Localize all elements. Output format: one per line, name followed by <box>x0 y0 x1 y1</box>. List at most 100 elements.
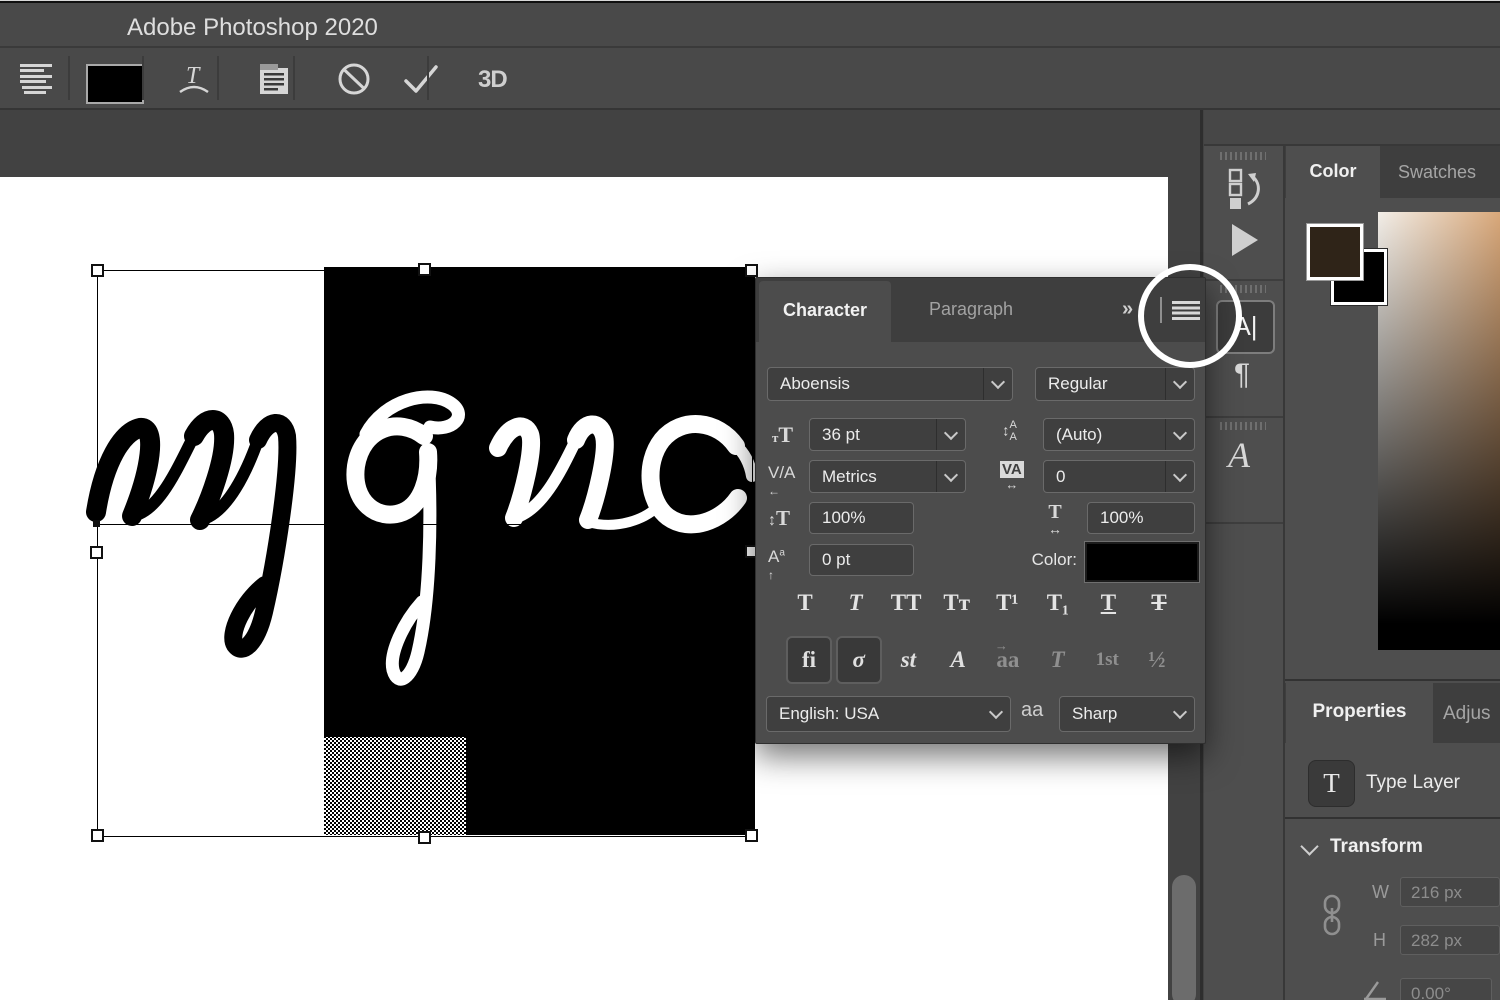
selection-handle[interactable] <box>745 264 758 277</box>
selection-bounding-box[interactable] <box>97 270 753 837</box>
transform-section-label[interactable]: Transform <box>1330 836 1423 858</box>
faux-italic-button[interactable]: T <box>837 590 875 616</box>
height-field[interactable]: 282 px <box>1400 925 1500 955</box>
text-baseline <box>97 524 526 525</box>
separator <box>293 56 295 100</box>
color-picker-field[interactable] <box>1378 212 1500 650</box>
dock-header: « <box>1204 110 1500 146</box>
ligatures-button[interactable]: fi <box>786 636 832 684</box>
language-select[interactable]: English: USA <box>766 696 1011 732</box>
dock-gripper[interactable] <box>1220 152 1266 160</box>
text-color-swatch[interactable] <box>86 64 144 104</box>
leading-icon: ↕AA <box>1002 420 1017 443</box>
commit-check-icon[interactable] <box>398 59 444 104</box>
baseline-shift-icon: Aa↑ <box>768 548 785 582</box>
font-style-select[interactable]: Regular <box>1035 367 1195 401</box>
language-value: English: USA <box>767 704 982 724</box>
actions-play-icon[interactable] <box>1232 224 1258 256</box>
font-size-icon: тT <box>772 424 793 446</box>
chevron-down-icon <box>936 419 965 450</box>
type-layer-icon[interactable]: T <box>1308 760 1355 807</box>
title-bar[interactable]: Adobe Photoshop 2020 <box>0 3 1500 48</box>
height-label: H <box>1373 930 1386 951</box>
divider <box>1204 416 1283 418</box>
baseline-shift-field[interactable]: 0 pt <box>809 544 914 576</box>
width-field[interactable]: 216 px <box>1400 877 1500 907</box>
separator <box>427 56 429 100</box>
tab-swatches[interactable]: Swatches <box>1398 162 1476 183</box>
type-color-swatch[interactable] <box>1085 542 1199 582</box>
svg-text:T: T <box>186 63 201 89</box>
superscript-button[interactable]: T¹ <box>988 590 1026 616</box>
vertical-scrollbar[interactable] <box>1172 875 1196 1000</box>
titling-alternates-button[interactable]: T <box>1035 636 1081 684</box>
font-size-select[interactable]: 36 pt <box>809 418 966 451</box>
chevron-down-icon <box>936 461 965 492</box>
foreground-color-swatch[interactable] <box>1307 224 1363 280</box>
width-label: W <box>1372 882 1389 903</box>
chevron-down-icon <box>1166 697 1194 731</box>
arrow-right-icon: → <box>995 638 1008 653</box>
warp-text-icon[interactable]: T <box>172 60 216 105</box>
selection-handle[interactable] <box>418 263 431 276</box>
vertical-scale-field[interactable]: 100% <box>809 502 914 534</box>
opentype-row: fi σ st A → aa T 1st ½ <box>786 636 1180 684</box>
selection-handle[interactable] <box>90 546 103 559</box>
tracking-select[interactable]: 0 <box>1043 460 1195 493</box>
link-dimensions-icon[interactable] <box>1321 893 1343 942</box>
baseline-shift-value: 0 pt <box>810 550 913 570</box>
tab-adjustments[interactable]: Adjus <box>1443 703 1491 725</box>
tab-color[interactable]: Color <box>1286 146 1380 198</box>
paragraph-panel-icon[interactable]: ¶ <box>1234 358 1250 392</box>
color-panel-tabs: Color Swatches <box>1285 146 1500 198</box>
selection-handle[interactable] <box>91 829 104 842</box>
chevron-down-icon <box>1165 368 1194 400</box>
3d-button[interactable]: 3D <box>478 66 507 94</box>
angle-field[interactable]: 0.00° <box>1400 978 1492 1000</box>
all-caps-button[interactable]: TT <box>887 590 925 616</box>
leading-select[interactable]: (Auto) <box>1043 418 1195 451</box>
photoshop-window: Adobe Photoshop 2020 T <box>0 0 1500 1000</box>
font-family-select[interactable]: Aboensis <box>767 367 1013 401</box>
kerning-value: Metrics <box>810 467 936 487</box>
tab-character[interactable]: Character <box>759 281 891 342</box>
divider <box>1285 679 1500 681</box>
selection-handle[interactable] <box>745 829 758 842</box>
reference-point <box>93 520 100 527</box>
text-align-icon[interactable] <box>20 61 54 93</box>
separator <box>68 56 70 100</box>
history-icon[interactable] <box>1226 168 1264 215</box>
chevron-down-icon[interactable] <box>1300 837 1318 855</box>
anti-alias-select[interactable]: Sharp <box>1059 696 1195 732</box>
cancel-icon[interactable] <box>334 59 374 104</box>
collapse-to-icons-icon[interactable]: » <box>1122 298 1131 321</box>
character-panel: Character Paragraph » Aboensis Regular т… <box>755 277 1206 744</box>
small-caps-button[interactable]: Tт <box>938 590 976 616</box>
toggle-panels-icon[interactable] <box>252 60 296 105</box>
horizontal-scale-field[interactable]: 100% <box>1087 502 1195 534</box>
tab-properties[interactable]: Properties <box>1286 683 1433 743</box>
subscript-button[interactable]: T₁ <box>1039 590 1077 616</box>
dock-gripper[interactable] <box>1220 422 1266 430</box>
glyphs-panel-icon[interactable]: A <box>1228 434 1250 476</box>
right-panel-column: Color Swatches Properties Adjus T Type L… <box>1285 146 1500 1000</box>
selection-handle[interactable] <box>91 264 104 277</box>
leading-value: (Auto) <box>1044 425 1165 445</box>
faux-bold-button[interactable]: T <box>786 590 824 616</box>
tab-paragraph[interactable]: Paragraph <box>906 278 1036 342</box>
chevron-down-icon <box>983 368 1012 400</box>
contextual-alternates-button[interactable]: → aa <box>985 636 1031 684</box>
fractions-button[interactable]: ½ <box>1134 636 1180 684</box>
divider <box>1285 817 1500 819</box>
color-label: Color: <box>1011 550 1077 570</box>
vertical-scale-icon: ↕T <box>768 508 790 529</box>
discretionary-ligatures-button[interactable]: σ <box>836 636 882 684</box>
strikethrough-button[interactable]: T <box>1140 590 1178 616</box>
stylistic-alternates-button[interactable]: A <box>935 636 981 684</box>
chevron-down-icon <box>982 697 1010 731</box>
underline-button[interactable]: T <box>1089 590 1127 616</box>
swash-button[interactable]: st <box>885 636 931 684</box>
ordinals-button[interactable]: 1st <box>1084 636 1130 684</box>
kerning-select[interactable]: Metrics <box>809 460 966 493</box>
selection-handle[interactable] <box>418 831 431 844</box>
